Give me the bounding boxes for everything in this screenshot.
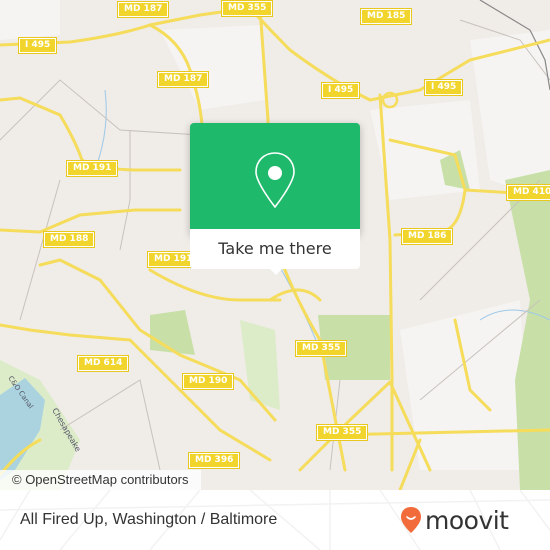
- road-label-md191: MD 191: [65, 160, 119, 177]
- road-label-i495: I 495: [17, 37, 58, 54]
- road-label-md355: MD 355: [220, 0, 274, 17]
- footer-bar: All Fired Up, Washington / Baltimore moo…: [0, 490, 550, 550]
- place-name: All Fired Up, Washington / Baltimore: [20, 511, 278, 528]
- road-label-md410: MD 410: [505, 184, 550, 201]
- road-label-md185: MD 185: [359, 8, 413, 25]
- road-label-md355: MD 355: [315, 424, 369, 441]
- road-label-i495: I 495: [320, 82, 361, 99]
- road-label-md396: MD 396: [187, 452, 241, 469]
- road-label-md187: MD 187: [116, 1, 170, 18]
- road-label-md187: MD 187: [156, 71, 210, 88]
- road-label-md190: MD 190: [181, 373, 235, 390]
- road-label-md188: MD 188: [42, 231, 96, 248]
- popup-pointer: [268, 267, 284, 275]
- map-canvas[interactable]: C&O Canal Chesapeake MD 187 MD 355 MD 18…: [0, 0, 550, 490]
- road-label-md355: MD 355: [294, 340, 348, 357]
- location-popup: Take me there: [190, 123, 360, 275]
- osm-attribution[interactable]: © OpenStreetMap contributors: [0, 470, 201, 490]
- brand-name: moovit: [425, 505, 509, 535]
- take-me-there-button[interactable]: Take me there: [190, 229, 360, 269]
- popup-header: [190, 123, 360, 229]
- moovit-pin-icon: [401, 507, 421, 533]
- moovit-logo[interactable]: moovit: [400, 502, 509, 538]
- road-label-i495: I 495: [423, 79, 464, 96]
- map-pin-icon: [255, 152, 295, 209]
- road-label-md186: MD 186: [400, 228, 454, 245]
- road-label-md614: MD 614: [76, 355, 130, 372]
